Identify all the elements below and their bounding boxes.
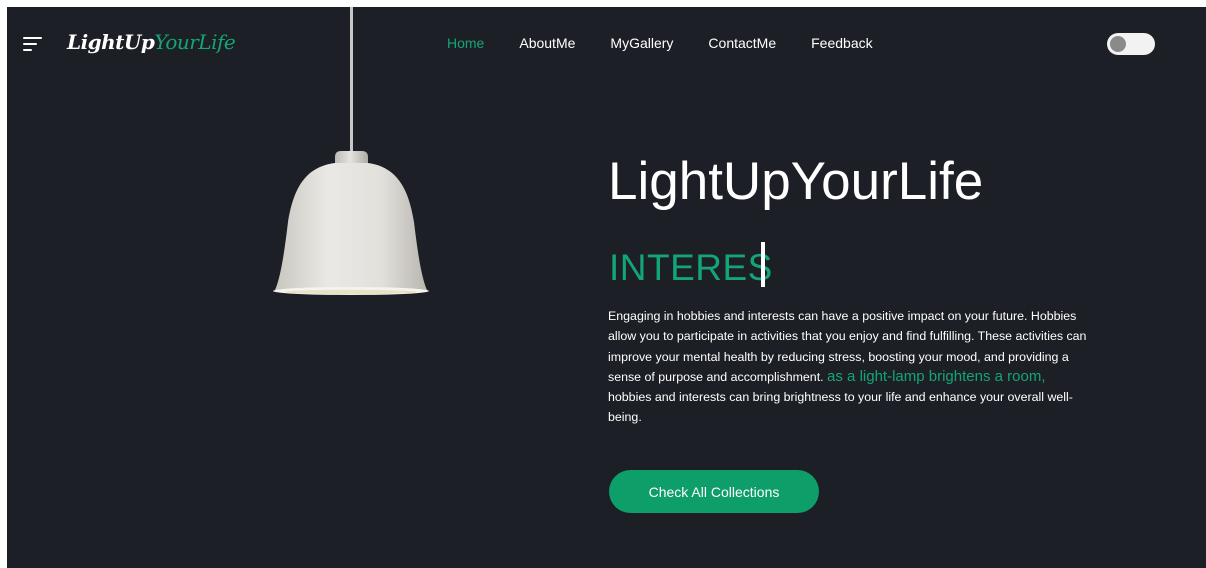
hamburger-menu-icon[interactable] xyxy=(23,37,43,53)
description-text-end: hobbies and interests can bring brightne… xyxy=(608,390,1073,425)
hero-title: LightUpYourLife xyxy=(608,152,984,211)
description-highlight: as a light-lamp brightens a room, xyxy=(827,367,1046,385)
page-frame: LightUpYourLife Home AboutMe MyGallery C… xyxy=(7,7,1206,568)
check-collections-button[interactable]: Check All Collections xyxy=(609,470,819,513)
toggle-knob xyxy=(1110,36,1126,52)
typed-text: INTERES xyxy=(609,247,773,288)
nav-mygallery[interactable]: MyGallery xyxy=(610,35,673,51)
logo-part-2: YourLife xyxy=(154,30,236,54)
hero-description: Engaging in hobbies and interests can ha… xyxy=(608,306,1088,428)
pendant-lamp-image xyxy=(273,7,429,295)
nav-feedback[interactable]: Feedback xyxy=(811,35,872,51)
typing-cursor xyxy=(761,242,765,287)
logo-part-1: LightUp xyxy=(67,30,155,54)
nav-contactme[interactable]: ContactMe xyxy=(708,35,776,51)
nav-home[interactable]: Home xyxy=(447,35,484,51)
nav-aboutme[interactable]: AboutMe xyxy=(519,35,575,51)
main-nav: Home AboutMe MyGallery ContactMe Feedbac… xyxy=(447,35,908,51)
logo[interactable]: LightUpYourLife xyxy=(67,30,236,54)
theme-toggle[interactable] xyxy=(1107,33,1155,55)
